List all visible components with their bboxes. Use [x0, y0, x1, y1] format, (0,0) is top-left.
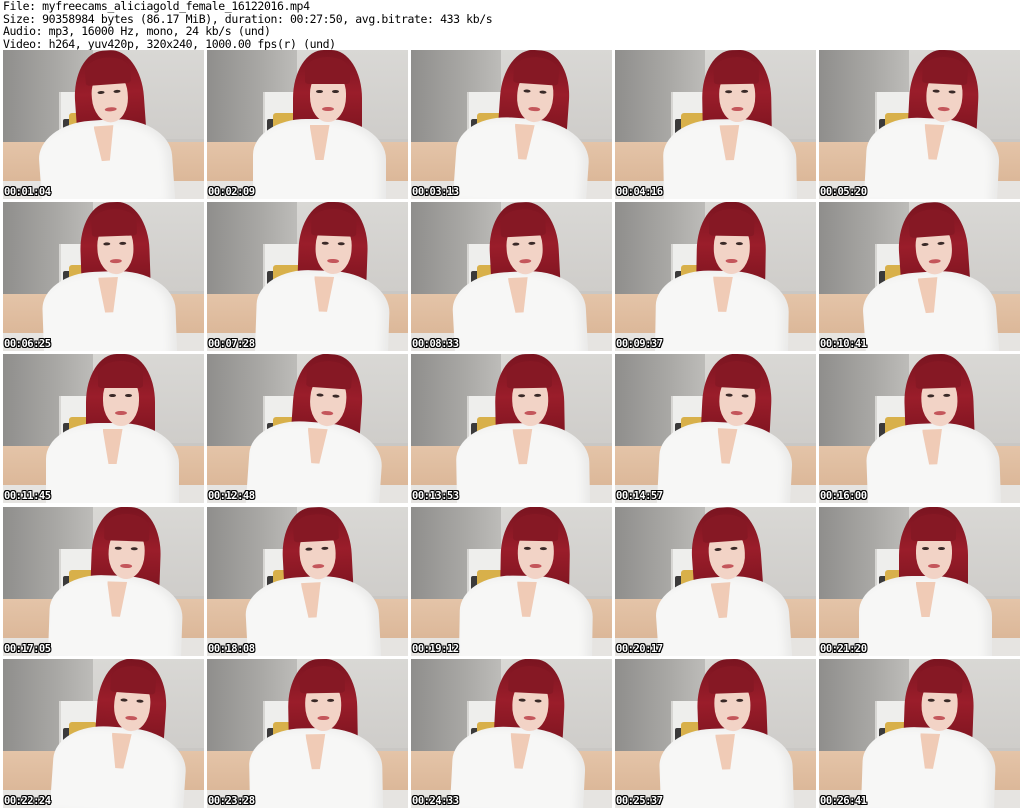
video-thumbnail: 00:03:13	[411, 50, 612, 199]
timestamp-label: 00:04:16	[616, 186, 663, 198]
video-thumbnail: 00:17:05	[3, 507, 204, 656]
timestamp-label: 00:17:05	[4, 643, 51, 655]
timestamp-label: 00:26:41	[820, 795, 867, 807]
file-name-line: File: myfreecams_aliciagold_female_16122…	[3, 0, 310, 13]
timestamp-label: 00:08:33	[412, 338, 459, 350]
timestamp-label: 00:10:41	[820, 338, 867, 350]
timestamp-label: 00:09:37	[616, 338, 663, 350]
timestamp-label: 00:05:20	[820, 186, 867, 198]
video-thumbnail: 00:14:57	[615, 354, 816, 503]
timestamp-label: 00:25:37	[616, 795, 663, 807]
video-thumbnail: 00:25:37	[615, 659, 816, 808]
timestamp-label: 00:13:53	[412, 490, 459, 502]
video-thumbnail: 00:26:41	[819, 659, 1020, 808]
video-thumbnail: 00:07:28	[207, 202, 408, 351]
video-thumbnail: 00:21:20	[819, 507, 1020, 656]
video-thumbnail: 00:22:24	[3, 659, 204, 808]
video-thumbnail: 00:01:04	[3, 50, 204, 199]
file-info-header: File: myfreecams_aliciagold_female_16122…	[3, 0, 1021, 50]
video-thumbnail: 00:16:00	[819, 354, 1020, 503]
timestamp-label: 00:21:20	[820, 643, 867, 655]
video-thumbnail: 00:05:20	[819, 50, 1020, 199]
video-thumbnail: 00:06:25	[3, 202, 204, 351]
timestamp-label: 00:12:48	[208, 490, 255, 502]
video-thumbnail: 00:02:09	[207, 50, 408, 199]
timestamp-label: 00:06:25	[4, 338, 51, 350]
timestamp-label: 00:02:09	[208, 186, 255, 198]
timestamp-label: 00:03:13	[412, 186, 459, 198]
timestamp-label: 00:20:17	[616, 643, 663, 655]
video-thumbnail: 00:24:33	[411, 659, 612, 808]
video-thumbnail: 00:09:37	[615, 202, 816, 351]
timestamp-label: 00:16:00	[820, 490, 867, 502]
video-thumbnail: 00:19:12	[411, 507, 612, 656]
video-thumbnail: 00:18:08	[207, 507, 408, 656]
video-info-line: Video: h264, yuv420p, 320x240, 1000.00 f…	[3, 36, 336, 51]
thumbnail-grid: 00:01:04 00:02:09 00:03:13 00:04:16 00:05:20…	[0, 50, 1024, 811]
timestamp-label: 00:19:12	[412, 643, 459, 655]
video-thumbnail: 00:11:45	[3, 354, 204, 503]
timestamp-label: 00:18:08	[208, 643, 255, 655]
audio-info-line: Audio: mp3, 16000 Hz, mono, 24 kb/s (und…	[3, 24, 271, 38]
timestamp-label: 00:23:28	[208, 795, 255, 807]
video-thumbnail: 00:04:16	[615, 50, 816, 199]
timestamp-label: 00:14:57	[616, 490, 663, 502]
timestamp-label: 00:22:24	[4, 795, 51, 807]
timestamp-label: 00:24:33	[412, 795, 459, 807]
video-thumbnail: 00:13:53	[411, 354, 612, 503]
timestamp-label: 00:01:04	[4, 186, 51, 198]
video-thumbnail: 00:08:33	[411, 202, 612, 351]
video-thumbnail: 00:10:41	[819, 202, 1020, 351]
timestamp-label: 00:11:45	[4, 490, 51, 502]
video-thumbnail: 00:23:28	[207, 659, 408, 808]
video-thumbnail: 00:12:48	[207, 354, 408, 503]
video-thumbnail: 00:20:17	[615, 507, 816, 656]
timestamp-label: 00:07:28	[208, 338, 255, 350]
